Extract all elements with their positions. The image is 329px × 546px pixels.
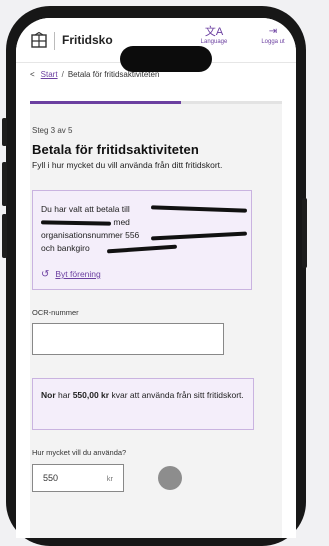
back-chevron-icon[interactable]: < xyxy=(30,70,35,79)
phone-screen: Fritidsko 文A Language ⇥ Logga ut < Start /… xyxy=(16,18,296,538)
phone-volume-down-button xyxy=(2,214,7,258)
balance-card: Nor har 550,00 kr kvar att använda från … xyxy=(32,378,254,430)
ocr-input[interactable] xyxy=(32,323,224,355)
balance-text-2: kvar att använda från sitt fritidskort. xyxy=(111,390,244,400)
logout-label: Logga ut xyxy=(261,39,285,45)
selected-association-card: Du har valt att betala till med organisa… xyxy=(32,190,252,290)
step-indicator: Steg 3 av 5 xyxy=(32,126,73,135)
page-lead: Fyll i hur mycket du vill använda från d… xyxy=(32,160,223,170)
amount-unit: kr xyxy=(106,474,113,483)
refresh-icon: ↺ xyxy=(41,269,50,280)
association-line-1: Du har valt att betala till xyxy=(41,204,130,214)
association-line-4: och bankgiro xyxy=(41,243,90,253)
translate-icon: 文A xyxy=(204,26,224,38)
logout-icon: ⇥ xyxy=(268,26,278,37)
amount-input[interactable]: 550 kr xyxy=(32,464,124,492)
language-button[interactable]: 文A Language xyxy=(194,26,234,46)
phone-volume-up-button xyxy=(2,162,7,206)
dynamic-island xyxy=(120,46,212,72)
touch-indicator xyxy=(158,466,182,490)
change-association-label: Byt förening xyxy=(55,269,101,279)
logout-button[interactable]: ⇥ Logga ut xyxy=(256,26,290,46)
association-line-3: organisationsnummer 556 xyxy=(41,230,140,240)
balance-text-1: har xyxy=(58,390,71,400)
amount-label: Hur mycket vill du använda? xyxy=(32,448,127,457)
child-name: Nor xyxy=(41,390,56,400)
phone-side-button xyxy=(2,118,7,146)
header-divider xyxy=(54,32,55,50)
breadcrumb-separator: / xyxy=(61,70,64,79)
balance-amount: 550,00 kr xyxy=(72,390,110,400)
page-title: Betala för fritidsaktiviteten xyxy=(32,142,199,157)
city-logo-icon xyxy=(31,32,47,48)
phone-power-button xyxy=(302,198,307,268)
ocr-label: OCR-nummer xyxy=(32,308,79,317)
amount-value: 550 xyxy=(43,473,59,483)
association-line-2: med xyxy=(113,217,130,227)
language-label: Language xyxy=(200,39,228,45)
breadcrumb-start-link[interactable]: Start xyxy=(41,70,58,79)
app-title: Fritidsko xyxy=(62,33,113,47)
change-association-link[interactable]: ↺ Byt förening xyxy=(41,269,101,280)
balance-text: Nor har 550,00 kr kvar att använda från … xyxy=(41,389,246,402)
